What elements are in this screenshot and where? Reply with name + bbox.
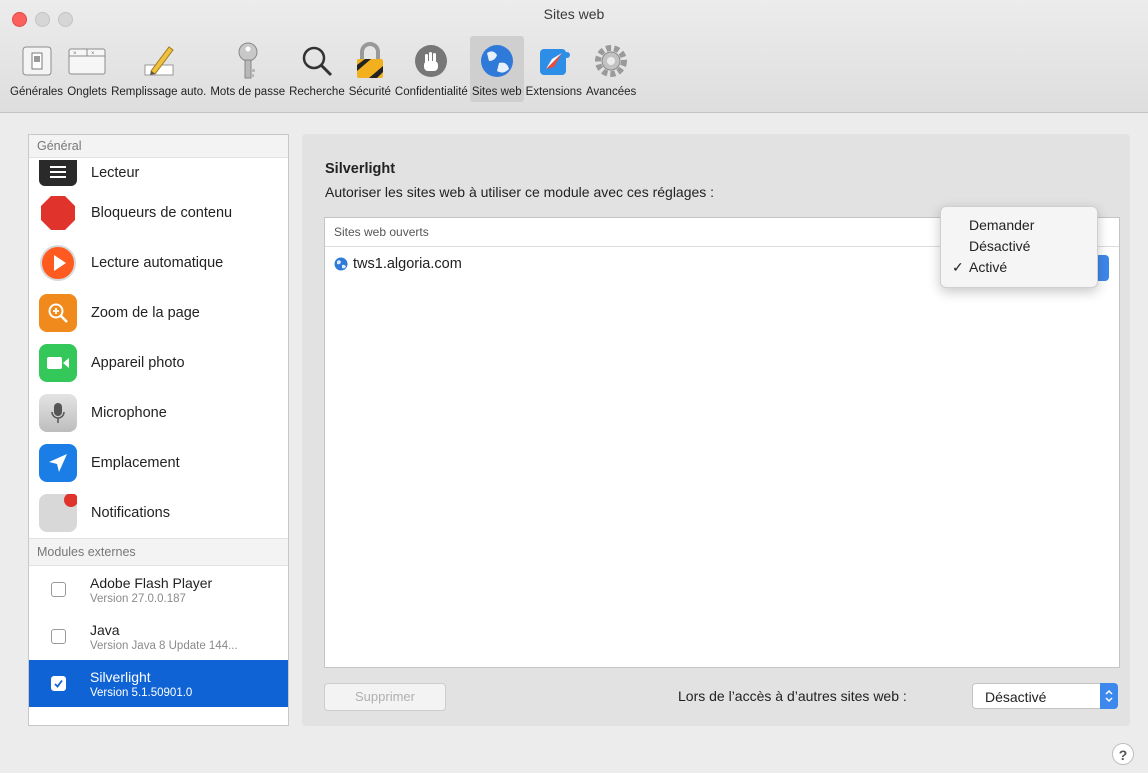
tab-recherche[interactable]: Recherche (287, 36, 347, 102)
sidebar-item-notifications[interactable]: Notifications (29, 488, 288, 538)
sidebar-item-lecture-auto[interactable]: Lecture automatique (29, 238, 288, 288)
sidebar-item-microphone[interactable]: Microphone (29, 388, 288, 438)
site-globe-icon (334, 257, 348, 271)
tabs-icon: × × (67, 41, 107, 81)
tab-sites-web[interactable]: Sites web (469, 36, 524, 102)
reader-icon (39, 160, 77, 186)
general-switch-icon (17, 41, 57, 81)
other-sites-label: Lors de l’accès à d’autres sites web : (678, 688, 907, 704)
module-version: Version 5.1.50901.0 (90, 686, 193, 699)
site-domain: tws1.algoria.com (353, 256, 462, 272)
tab-label: Générales (10, 86, 64, 98)
tab-extensions[interactable]: Extensions (524, 36, 584, 102)
gear-icon (591, 41, 631, 81)
tab-label: Avancées (585, 86, 637, 98)
hand-icon (411, 41, 451, 81)
tab-label: Sécurité (348, 86, 391, 98)
sidebar-item-lecteur[interactable]: Lecteur (29, 158, 288, 188)
sidebar-item-label: Emplacement (91, 455, 180, 471)
extensions-icon (534, 41, 574, 81)
pencil-icon (139, 41, 179, 81)
sidebar-item-label: Bloqueurs de contenu (91, 205, 233, 221)
tab-onglets[interactable]: × × Onglets (65, 36, 109, 102)
tab-label: Sites web (471, 86, 522, 98)
module-version: Version Java 8 Update 144... (90, 639, 238, 652)
sidebar-item-label: Lecteur (91, 165, 140, 181)
module-name: Silverlight (90, 668, 151, 685)
menu-item-label: Désactivé (969, 238, 1031, 254)
sidebar-item-label: Lecture automatique (91, 255, 224, 271)
checkmark-icon: ✓ (952, 259, 964, 275)
site-setting-dropdown-menu: Demander Désactivé ✓ Activé (940, 206, 1098, 288)
tab-label: Mots de passe (210, 86, 286, 98)
globe-icon (477, 41, 517, 81)
tab-label: Confidentialité (394, 86, 468, 98)
window-title: Sites web (543, 6, 605, 22)
notification-badge-icon (39, 494, 77, 532)
camera-icon (39, 344, 77, 382)
microphone-icon (39, 394, 77, 432)
chevron-updown-icon (1100, 683, 1118, 709)
tab-generales[interactable]: Générales (8, 36, 65, 102)
tab-label: Extensions (525, 86, 582, 98)
tab-label: Onglets (67, 86, 107, 98)
location-arrow-icon (39, 444, 77, 482)
menu-item-desactive[interactable]: Désactivé (941, 236, 1097, 257)
sidebar-item-bloqueurs[interactable]: Bloqueurs de contenu (29, 188, 288, 238)
module-name: Java (90, 621, 120, 638)
tab-label: Remplissage auto. (111, 86, 207, 98)
sidebar-item-emplacement[interactable]: Emplacement (29, 438, 288, 488)
preferences-toolbar: Générales × × Onglets Remplissage auto. M… (8, 36, 638, 102)
module-version: Version 27.0.0.187 (90, 592, 186, 605)
plugin-title: Silverlight (325, 161, 396, 177)
svg-text:×: × (73, 51, 77, 57)
plugin-description: Autoriser les sites web à utiliser ce mo… (325, 184, 715, 200)
module-item-silverlight[interactable]: Silverlight Version 5.1.50901.0 (29, 660, 288, 707)
menu-item-label: Activé (969, 259, 1008, 275)
module-item-flash[interactable]: Adobe Flash Player Version 27.0.0.187 (29, 566, 288, 613)
window-titlebar: Sites web Générales × × Onglets Remplissa… (0, 0, 1148, 113)
padlock-icon (350, 41, 390, 81)
sidebar-item-label: Zoom de la page (91, 305, 200, 321)
svg-text:×: × (91, 51, 95, 57)
tab-confidentialite[interactable]: Confidentialité (393, 36, 470, 102)
menu-item-label: Demander (969, 217, 1035, 233)
menu-item-active[interactable]: ✓ Activé (941, 257, 1097, 278)
tab-label: Recherche (289, 86, 345, 98)
modules-section-header: Modules externes (29, 538, 288, 566)
other-sites-select[interactable]: Désactivé (972, 683, 1118, 709)
remove-button[interactable]: Supprimer (324, 683, 446, 711)
tab-securite[interactable]: Sécurité (347, 36, 393, 102)
module-name: Adobe Flash Player (90, 574, 213, 591)
module-checkbox[interactable] (51, 582, 66, 597)
module-checkbox[interactable] (51, 629, 66, 644)
module-item-java[interactable]: Java Version Java 8 Update 144... (29, 613, 288, 660)
module-checkbox[interactable] (51, 676, 66, 691)
tab-mots-de-passe[interactable]: Mots de passe (208, 36, 287, 102)
tab-remplissage[interactable]: Remplissage auto. (109, 36, 208, 102)
settings-sidebar: Général Lecteur Bloqueurs de contenu Lec… (28, 134, 289, 726)
help-button[interactable]: ? (1112, 743, 1134, 765)
zoom-icon (39, 294, 77, 332)
tab-avancees[interactable]: Avancées (584, 36, 638, 102)
general-section-header: Général (29, 135, 288, 158)
sidebar-item-appareil-photo[interactable]: Appareil photo (29, 338, 288, 388)
key-icon (228, 41, 268, 81)
sidebar-item-label: Microphone (91, 405, 167, 421)
menu-item-demander[interactable]: Demander (941, 215, 1097, 236)
other-sites-value: Désactivé (985, 689, 1047, 705)
sidebar-item-label: Notifications (91, 505, 170, 521)
magnifier-icon (297, 41, 337, 81)
play-icon (39, 244, 77, 282)
sidebar-item-zoom[interactable]: Zoom de la page (29, 288, 288, 338)
stop-sign-icon (39, 194, 77, 232)
sidebar-item-label: Appareil photo (91, 355, 185, 371)
